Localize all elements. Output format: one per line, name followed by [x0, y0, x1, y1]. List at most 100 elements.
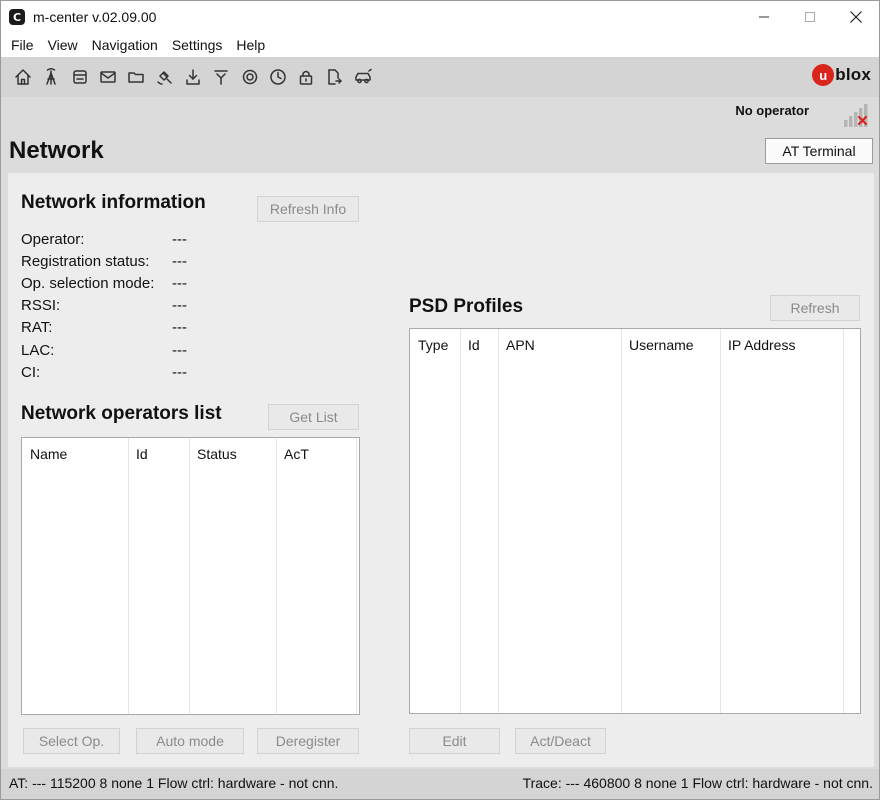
rssi-value: ---: [172, 297, 187, 314]
minimize-button[interactable]: [741, 1, 787, 33]
window-title: m-center v.02.09.00: [33, 9, 157, 25]
file-export-icon: [328, 69, 343, 85]
upload-button[interactable]: [207, 62, 235, 92]
antenna-icon: [46, 68, 57, 85]
operators-table[interactable]: Name Id Status AcT: [21, 437, 360, 715]
column-divider: [720, 329, 721, 713]
settings-icon: [242, 69, 257, 85]
psd-profiles-title: PSD Profiles: [409, 296, 524, 317]
menu-help[interactable]: Help: [231, 33, 270, 57]
ublox-logo: u blox: [812, 64, 871, 86]
rat-label: RAT:: [21, 319, 53, 336]
clock-button[interactable]: [264, 62, 292, 92]
lock-icon: [299, 70, 313, 85]
ci-value: ---: [172, 364, 187, 381]
column-divider: [128, 438, 129, 714]
column-divider: [356, 438, 357, 714]
network-info-title: Network information: [21, 192, 206, 213]
get-list-button[interactable]: Get List: [268, 404, 359, 430]
page-title: Network: [9, 137, 104, 164]
logo-mark: u: [812, 64, 835, 86]
rat-value: ---: [172, 319, 187, 336]
act-deact-button[interactable]: Act/Deact: [515, 728, 606, 754]
home-icon: [15, 69, 31, 85]
column-header-id[interactable]: Id: [460, 329, 480, 361]
status-bar: AT: --- 115200 8 none 1 Flow ctrl: hardw…: [1, 769, 879, 799]
file-system-button[interactable]: [122, 62, 150, 92]
column-header-status[interactable]: Status: [189, 438, 237, 470]
close-button[interactable]: [833, 1, 879, 33]
column-divider: [276, 438, 277, 714]
operators-list-title: Network operators list: [21, 403, 222, 424]
app-window: C m-center v.02.09.00 File View Navigati…: [0, 0, 880, 800]
column-header-id[interactable]: Id: [128, 438, 148, 470]
menu-file[interactable]: File: [6, 33, 39, 57]
column-divider: [498, 329, 499, 713]
column-header-type[interactable]: Type: [410, 329, 448, 361]
security-button[interactable]: [292, 62, 320, 92]
network-panel: Network information Refresh Info Operato…: [8, 173, 874, 767]
messages-button[interactable]: [94, 62, 122, 92]
at-terminal-button[interactable]: AT Terminal: [765, 138, 873, 164]
settings-button[interactable]: [235, 62, 263, 92]
export-button[interactable]: [320, 62, 348, 92]
column-divider: [621, 329, 622, 713]
lac-value: ---: [172, 342, 187, 359]
lac-label: LAC:: [21, 342, 55, 359]
psd-refresh-button[interactable]: Refresh: [770, 295, 860, 321]
column-divider: [843, 329, 844, 713]
antenna-button[interactable]: [37, 62, 65, 92]
satellite-icon: [156, 71, 172, 85]
signal-strength-icon: [844, 104, 868, 127]
select-operator-button[interactable]: Select Op.: [23, 728, 120, 754]
deregister-button[interactable]: Deregister: [257, 728, 359, 754]
car-icon: [354, 68, 372, 84]
maximize-icon: [805, 12, 815, 22]
column-header-name[interactable]: Name: [22, 438, 67, 470]
logo-text: blox: [835, 65, 871, 84]
trace-port-status: Trace: --- 460800 8 none 1 Flow ctrl: ha…: [522, 775, 873, 791]
toolbar: [1, 57, 879, 97]
menu-navigation[interactable]: Navigation: [87, 33, 163, 57]
registration-status-label: Registration status:: [21, 253, 150, 270]
title-bar: C m-center v.02.09.00: [1, 1, 879, 33]
ci-label: CI:: [21, 364, 41, 381]
folder-icon: [128, 72, 145, 83]
column-divider: [189, 438, 190, 714]
automotive-button[interactable]: [349, 62, 377, 92]
column-divider: [460, 329, 461, 713]
registration-status-value: ---: [172, 253, 187, 270]
psd-profiles-table[interactable]: Type Id APN Username IP Address: [409, 328, 861, 714]
window-controls: [741, 1, 879, 33]
close-icon: [850, 11, 862, 23]
sim-card-button[interactable]: [66, 62, 94, 92]
mail-icon: [100, 71, 116, 83]
at-port-status: AT: --- 115200 8 none 1 Flow ctrl: hardw…: [9, 775, 339, 791]
operator-label: Operator:: [21, 231, 85, 248]
sim-card-icon: [72, 70, 87, 84]
column-header-act[interactable]: AcT: [276, 438, 309, 470]
app-icon: C: [9, 9, 25, 25]
menu-settings[interactable]: Settings: [167, 33, 228, 57]
operator-status: No operator: [735, 103, 809, 118]
menu-bar: File View Navigation Settings Help: [1, 33, 879, 57]
op-selection-mode-label: Op. selection mode:: [21, 275, 155, 292]
minimize-icon: [759, 16, 769, 18]
column-header-ip-address[interactable]: IP Address: [720, 329, 795, 361]
home-button[interactable]: [9, 62, 37, 92]
edit-profile-button[interactable]: Edit: [409, 728, 500, 754]
clock-icon: [270, 69, 286, 85]
refresh-info-button[interactable]: Refresh Info: [257, 196, 359, 222]
upload-icon: [214, 70, 228, 85]
auto-mode-button[interactable]: Auto mode: [136, 728, 244, 754]
column-header-apn[interactable]: APN: [498, 329, 535, 361]
menu-view[interactable]: View: [43, 33, 83, 57]
download-button[interactable]: [179, 62, 207, 92]
rssi-label: RSSI:: [21, 297, 61, 314]
column-header-username[interactable]: Username: [621, 329, 694, 361]
maximize-button[interactable]: [787, 1, 833, 33]
operator-value: ---: [172, 231, 187, 248]
gnss-button[interactable]: [150, 62, 178, 92]
download-icon: [186, 69, 200, 85]
op-selection-mode-value: ---: [172, 275, 187, 292]
